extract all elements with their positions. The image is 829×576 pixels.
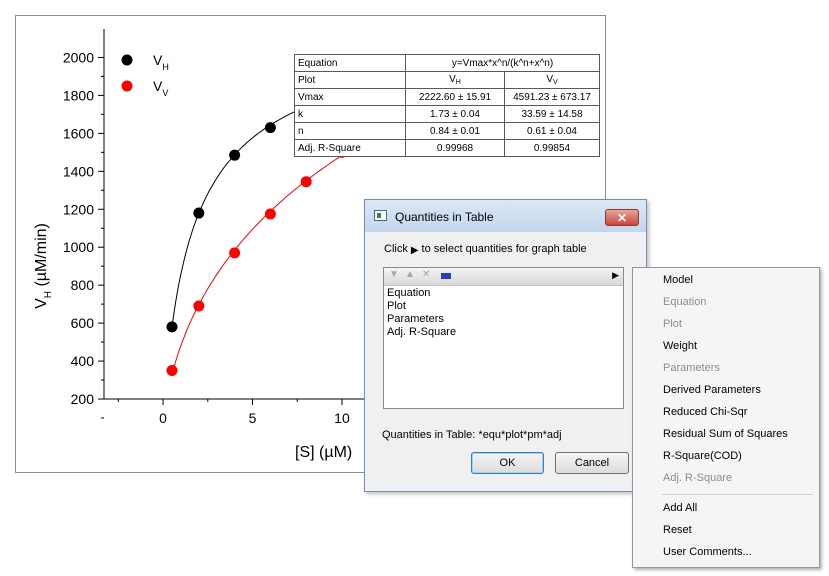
table-cell-value: 0.84 ± 0.01 <box>405 122 505 140</box>
menu-item-reduced-chi-sqr[interactable]: Reduced Chi-Sqr <box>663 406 747 418</box>
table-cell-value: 0.99854 <box>504 139 600 157</box>
table-row-plot: Plot VH VV <box>294 71 600 89</box>
menu-item-add-all[interactable]: Add All <box>663 502 697 514</box>
list-item[interactable]: Adj. R-Square <box>387 326 456 339</box>
move-up-icon[interactable]: ▲ <box>405 269 415 280</box>
list-item[interactable]: Parameters <box>387 313 456 326</box>
dialog-body: Click ▶ to select quantities for graph tab… <box>373 233 636 483</box>
table-cell-label: Equation <box>294 54 406 72</box>
menu-item-parameters[interactable]: Parameters <box>663 362 720 374</box>
menu-item-residual-sum-of-squares[interactable]: Residual Sum of Squares <box>663 428 788 440</box>
menu-item-user-comments[interactable]: User Comments... <box>663 546 752 558</box>
x-tick-label: 0 <box>159 410 167 426</box>
y-tick-label: 1000 <box>63 239 94 255</box>
dialog-title: Quantities in Table <box>395 210 494 224</box>
y-tick-label: 200 <box>71 391 95 407</box>
table-row-equation: Equation y=Vmax*x^n/(k^n+x^n) <box>294 54 600 72</box>
table-cell-plot-vv: VV <box>504 71 600 89</box>
cancel-button[interactable]: Cancel <box>555 452 629 474</box>
menu-item-plot[interactable]: Plot <box>663 318 682 330</box>
y-tick-label: 1200 <box>63 201 94 217</box>
menu-item-reset[interactable]: Reset <box>663 524 692 536</box>
data-point-1 <box>193 300 205 312</box>
menu-item-r-square-cod[interactable]: R-Square(COD) <box>663 450 742 462</box>
instruction-text: to select quantities for graph table <box>421 243 587 255</box>
data-point-0 <box>264 122 276 134</box>
instruction-text: Click <box>384 243 408 255</box>
quantities-list[interactable]: ▼ ▲ ✕ ▶ Equation Plot Parameters Adj. R-… <box>383 267 624 409</box>
list-item[interactable]: Plot <box>387 300 456 313</box>
y-axis-label: VH (µM/min) <box>33 223 54 309</box>
fit-results-table: Equation y=Vmax*x^n/(k^n+x^n) Plot VH VV… <box>294 54 600 157</box>
table-cell-plot-vh: VH <box>405 71 505 89</box>
table-row: Adj. R-Square 0.99968 0.99854 <box>294 139 600 157</box>
table-cell-value: 0.99968 <box>405 139 505 157</box>
table-row: Vmax 2222.60 ± 15.91 4591.23 ± 673.17 <box>294 88 600 106</box>
y-tick-label: 1600 <box>63 125 94 141</box>
table-cell-label: Adj. R-Square <box>294 139 406 157</box>
y-tick-label: 800 <box>71 277 95 293</box>
table-cell-label: k <box>294 105 406 123</box>
menu-item-derived-parameters[interactable]: Derived Parameters <box>663 384 761 396</box>
table-cell-label: Plot <box>294 71 406 89</box>
legend-marker-vh <box>121 54 133 66</box>
y-tick-label: 1800 <box>63 87 94 103</box>
data-point-0 <box>229 149 241 161</box>
legend-marker-vv <box>121 80 133 92</box>
x-tick-label: 5 <box>249 410 257 426</box>
close-icon[interactable]: ✕ <box>605 209 639 226</box>
menu-item-adj-r-square[interactable]: Adj. R-Square <box>663 472 732 484</box>
menu-item-weight[interactable]: Weight <box>663 340 697 352</box>
menu-arrow-icon[interactable]: ▶ <box>612 270 619 281</box>
y-tick-label: 1400 <box>63 163 94 179</box>
data-point-0 <box>193 207 205 219</box>
legend-label-vh: VH <box>153 52 169 72</box>
dialog-instruction: Click ▶ to select quantities for graph tab… <box>384 243 587 256</box>
data-point-0 <box>166 321 178 333</box>
y-tick-label: 400 <box>71 353 95 369</box>
ok-button[interactable]: OK <box>471 452 544 474</box>
data-point-1 <box>300 176 312 188</box>
context-menu: Model Equation Plot Weight Parameters De… <box>632 267 820 568</box>
menu-item-model[interactable]: Model <box>663 274 693 286</box>
table-cell-value: 4591.23 ± 673.17 <box>504 88 600 106</box>
legend-label-vv: VV <box>153 78 168 98</box>
app-icon <box>374 210 387 221</box>
quantities-summary: Quantities in Table: *equ*plot*pm*adj <box>382 429 562 441</box>
list-toolbar: ▼ ▲ ✕ ▶ <box>384 268 623 286</box>
table-cell-label: n <box>294 122 406 140</box>
x-axis-label: [S] (µM) <box>295 444 352 461</box>
table-cell-equation: y=Vmax*x^n/(k^n+x^n) <box>405 54 600 72</box>
y-tick-label: 600 <box>71 315 95 331</box>
move-down-icon[interactable]: ▼ <box>389 269 399 280</box>
table-cell-value: 1.73 ± 0.04 <box>405 105 505 123</box>
y-tick-label: 2000 <box>63 49 94 65</box>
table-cell-value: 33.59 ± 14.58 <box>504 105 600 123</box>
data-point-1 <box>166 365 178 377</box>
data-point-1 <box>264 208 276 220</box>
table-row: k 1.73 ± 0.04 33.59 ± 14.58 <box>294 105 600 123</box>
play-icon: ▶ <box>410 245 419 256</box>
color-swatch-icon[interactable] <box>441 273 451 279</box>
menu-item-equation[interactable]: Equation <box>663 296 706 308</box>
table-cell-value: 2222.60 ± 15.91 <box>405 88 505 106</box>
quantities-dialog: Quantities in Table ✕ Click ▶ to select qu… <box>364 199 647 492</box>
x-tick-label: 10 <box>334 410 350 426</box>
dialog-titlebar[interactable]: Quantities in Table ✕ <box>365 200 646 232</box>
delete-icon[interactable]: ✕ <box>422 269 430 280</box>
table-row: n 0.84 ± 0.01 0.61 ± 0.04 <box>294 122 600 140</box>
legend: VH VV <box>121 52 169 98</box>
table-cell-value: 0.61 ± 0.04 <box>504 122 600 140</box>
data-point-1 <box>229 247 241 259</box>
menu-separator <box>662 494 813 495</box>
list-item[interactable]: Equation <box>387 287 456 300</box>
table-cell-label: Vmax <box>294 88 406 106</box>
